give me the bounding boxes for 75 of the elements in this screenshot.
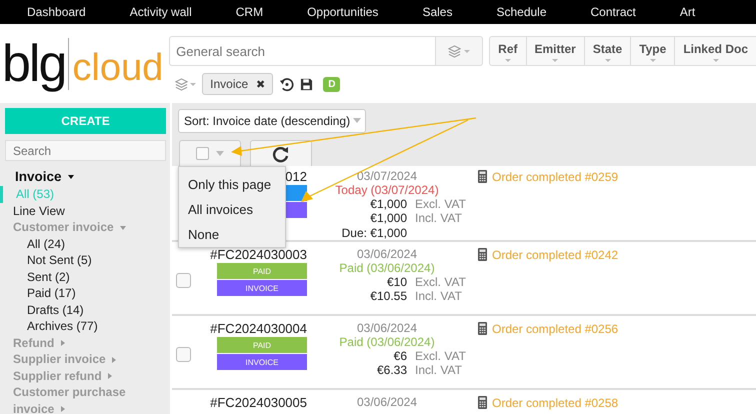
nav-item[interactable]: Contract [590, 5, 636, 19]
search-field[interactable]: Search [5, 140, 166, 161]
column-header[interactable]: Emitter [526, 37, 585, 65]
sidebar-item[interactable]: Archives (77) [5, 318, 165, 334]
filter-chip[interactable]: Invoice ✖ [202, 73, 274, 95]
refresh-icon [272, 144, 290, 162]
invoice-ref[interactable]: 012 [285, 169, 307, 184]
layers-dropdown[interactable] [435, 36, 484, 66]
row-checkbox[interactable] [176, 347, 191, 362]
column-header[interactable]: Type [631, 37, 676, 65]
layers-icon[interactable] [448, 44, 462, 58]
row-checkbox[interactable] [176, 273, 191, 288]
tax-note: Excl. VAT [415, 198, 466, 211]
nav-item[interactable]: Opportunities [307, 5, 378, 19]
status-badge: INVOICE [217, 354, 307, 370]
menu-item[interactable]: None [179, 222, 285, 247]
menu-item[interactable]: Only this page [179, 172, 285, 197]
invoice-ref[interactable]: #FC2024030003 [210, 247, 307, 262]
search-field[interactable]: General search [169, 36, 436, 66]
sidebar-item[interactable]: Sent (2) [5, 268, 165, 285]
tax-note: Incl. VAT [415, 364, 462, 378]
payment-status: Paid (03/06/2024) [338, 261, 436, 275]
payment-status: Paid (03/06/2024) [338, 335, 436, 349]
amount-due: Due: €1,000 [342, 226, 407, 240]
amount-value: €10 [386, 276, 407, 289]
refresh-button[interactable] [250, 140, 312, 166]
caret-icon [464, 50, 470, 52]
tax-note: Excl. VAT [415, 350, 466, 363]
nav-item[interactable]: Activity wall [130, 5, 192, 19]
nav-item[interactable]: Sales [422, 5, 452, 19]
status-badge: PAID [217, 263, 307, 279]
nav-item[interactable]: Art [680, 5, 696, 19]
menu-item[interactable]: All invoices [179, 197, 285, 222]
invoice-date: 03/06/2024 [356, 321, 418, 335]
invoice-date: 03/07/2024 [356, 169, 418, 183]
calculator-icon [478, 248, 487, 261]
invoice-ref[interactable]: #FC2024030005 [210, 395, 307, 410]
sidebar-item[interactable]: Drafts (14) [5, 302, 165, 318]
status-badge: INVOICE [217, 280, 307, 296]
logo-text: blg [2, 38, 70, 90]
section-header[interactable]: Invoice [5, 168, 165, 186]
nav-item[interactable]: CRM [236, 5, 264, 19]
invoice-date: 03/06/2024 [356, 395, 418, 409]
tax-note: Excl. VAT [415, 276, 466, 289]
amount-value: €1,000 [370, 212, 407, 226]
calculator-icon [478, 396, 487, 409]
caret-icon [190, 82, 196, 86]
circular-arrow-icon[interactable] [279, 76, 294, 92]
sidebar-item[interactable]: Not Sent (5) [5, 252, 165, 268]
payment-status: Today (03/07/2024) [334, 183, 440, 197]
invoice-date: 03/06/2024 [356, 247, 418, 261]
close-icon[interactable]: ✖ [256, 78, 266, 90]
calculator-icon [478, 322, 487, 335]
invoice-ref[interactable]: #FC2024030004 [210, 321, 307, 336]
sidebar-item[interactable]: All (24) [5, 236, 165, 252]
layers-icon[interactable] [175, 78, 188, 90]
logo-text: cloud [71, 48, 164, 86]
nav-item[interactable]: Dashboard [27, 5, 86, 19]
amount-value: €1,000 [370, 198, 407, 211]
tax-note: Incl. VAT [415, 212, 462, 226]
column-header[interactable]: Linked Doc [675, 37, 756, 65]
column-header[interactable]: Ref [490, 37, 526, 65]
status-badge: PAID [217, 337, 307, 353]
sidebar-item[interactable]: Line View [5, 202, 165, 219]
select-dropdown[interactable] [179, 140, 241, 166]
amount-value: €6.33 [376, 364, 407, 378]
calculator-icon [478, 170, 487, 183]
tax-note: Incl. VAT [415, 290, 462, 304]
amount-value: €10.55 [370, 290, 407, 304]
sidebar-item[interactable]: Paid (17) [5, 285, 165, 302]
nav-item[interactable]: Schedule [496, 5, 547, 19]
sort-dropdown[interactable]: Sort: Invoice date (descending) [178, 108, 366, 132]
status-badge: D [323, 76, 340, 92]
amount-value: €6 [394, 350, 407, 363]
column-header[interactable]: State [584, 37, 632, 65]
